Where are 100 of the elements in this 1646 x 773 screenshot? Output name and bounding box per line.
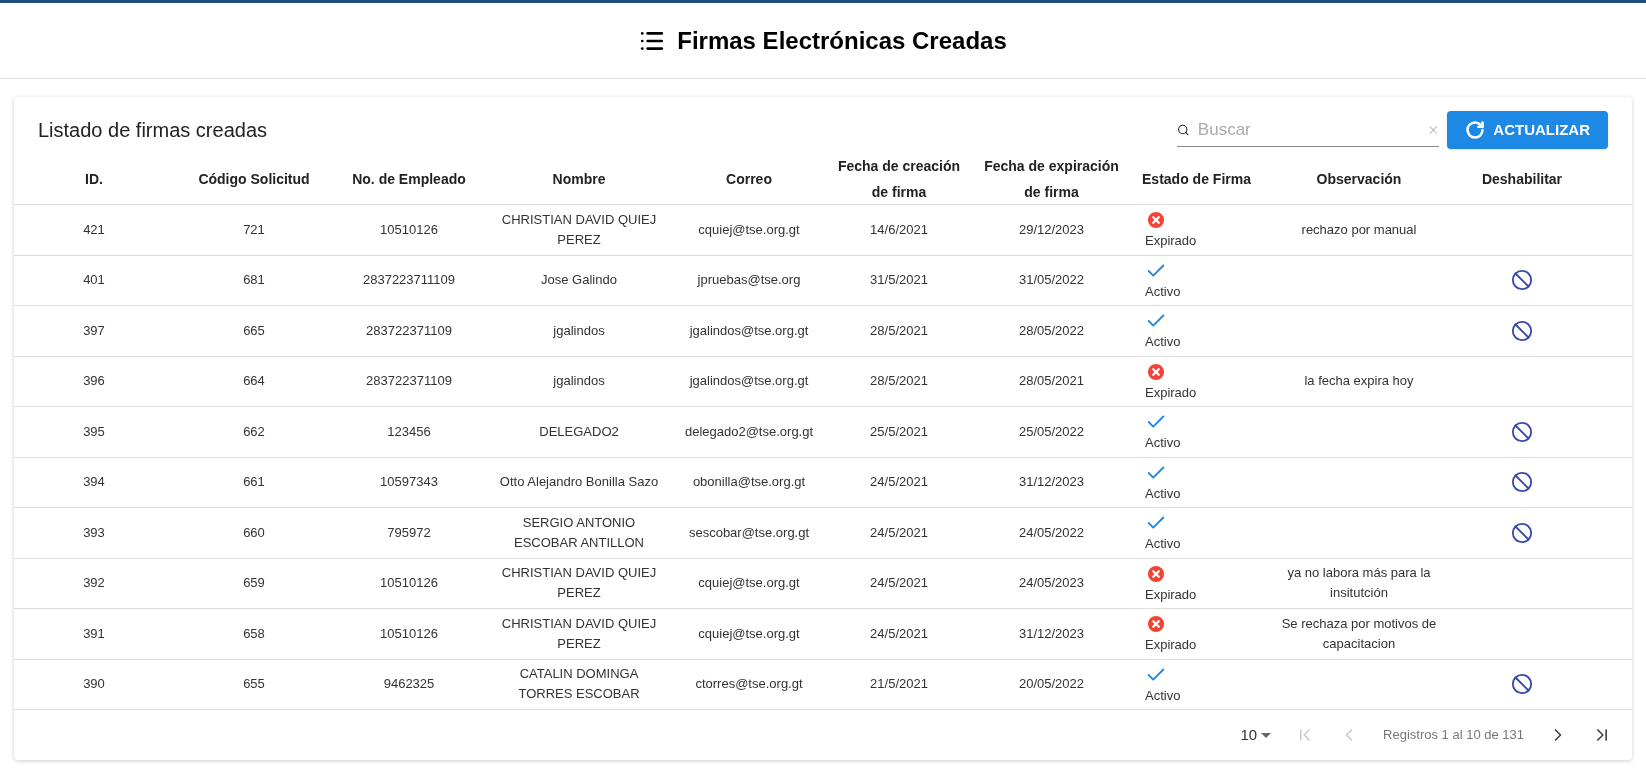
page-size-select[interactable]: 10: [1240, 723, 1272, 747]
page-title: Firmas Electrónicas Creadas: [677, 25, 1007, 56]
status-label: Activo: [1145, 686, 1181, 705]
email-cell-text: cquiej@tse.org.gt: [698, 220, 800, 239]
status-label: Activo: [1145, 484, 1181, 503]
name-cell-text: jgalindos: [553, 321, 605, 340]
employee-cell-text: 9462325: [383, 675, 435, 694]
id-cell-text: 393: [83, 523, 105, 542]
code-cell-text: 659: [243, 574, 265, 593]
code-cell-text: 665: [243, 321, 265, 340]
email-cell-text: jpruebas@tse.org: [697, 271, 801, 290]
date-cell-text: 28/5/2021: [870, 372, 928, 391]
status-label: Expirado: [1145, 232, 1197, 250]
prohibited-icon: [1511, 269, 1533, 292]
observation-cell-text: rechazo por manual: [1301, 220, 1417, 239]
column-header: Código Solicitud: [198, 170, 310, 189]
date-cell-text: 29/12/2023: [1018, 220, 1085, 239]
column-header: Fecha de expiración de firma: [983, 157, 1120, 202]
date-cell-text: 24/5/2021: [870, 523, 928, 542]
date-cell-text: 24/05/2023: [1018, 574, 1085, 593]
code-cell-text: 681: [243, 271, 265, 290]
prohibited-icon: [1511, 471, 1533, 494]
id-cell-text: 421: [83, 220, 105, 239]
disable-button[interactable]: [1511, 521, 1533, 544]
observation-cell-text: ya no labora más para la insitutción: [1286, 564, 1432, 603]
date-cell-text: 14/6/2021: [870, 220, 928, 239]
name-cell-text: jgalindos: [553, 372, 605, 391]
status-label: Activo: [1145, 535, 1181, 553]
date-cell-text: 31/12/2023: [1018, 624, 1085, 643]
employee-cell-text: 283722371109: [366, 321, 452, 340]
prohibited-icon: [1511, 521, 1533, 544]
pagination-summary: Registros 1 al 10 de 131: [1383, 726, 1524, 745]
name-cell-text: CATALIN DOMINGA TORRES ESCOBAR: [517, 665, 641, 704]
date-cell-text: 28/5/2021: [870, 321, 928, 340]
code-cell-text: 658: [243, 624, 265, 643]
column-header: Nombre: [552, 170, 606, 189]
code-cell-text: 664: [243, 372, 265, 391]
disable-button[interactable]: [1511, 319, 1533, 342]
dropdown-caret-icon: [1261, 732, 1272, 738]
column-header: Deshabilitar: [1481, 170, 1563, 189]
refresh-icon: [1465, 120, 1486, 140]
email-cell-text: ctorres@tse.org.gt: [695, 675, 803, 694]
email-cell-text: cquiej@tse.org.gt: [698, 574, 800, 593]
code-cell-text: 655: [243, 675, 265, 694]
date-cell-text: 28/05/2021: [1018, 372, 1085, 391]
employee-cell-text: 795972: [387, 523, 431, 542]
name-cell-text: SERGIO ANTONIO ESCOBAR ANTILLON: [512, 513, 645, 552]
date-cell-text: 25/05/2022: [1018, 422, 1085, 441]
column-header: Observación: [1316, 170, 1402, 189]
date-cell-text: 24/5/2021: [870, 624, 928, 643]
code-cell-text: 660: [243, 523, 265, 542]
date-cell-text: 24/5/2021: [870, 473, 928, 492]
date-cell-text: 21/5/2021: [870, 675, 928, 694]
name-cell-text: Jose Galindo: [541, 271, 617, 290]
email-cell-text: sescobar@tse.org.gt: [688, 523, 810, 542]
status-label: Expirado: [1145, 636, 1197, 654]
id-cell-text: 395: [83, 422, 105, 441]
id-cell-text: 396: [83, 372, 105, 391]
card-title: Listado de firmas creadas: [38, 118, 268, 143]
email-cell-text: obonilla@tse.org.gt: [692, 473, 806, 492]
id-cell-text: 392: [83, 574, 105, 593]
name-cell-text: Otto Alejandro Bonilla Sazo: [499, 473, 659, 492]
date-cell-text: 24/05/2022: [1018, 523, 1085, 542]
disable-button[interactable]: [1511, 269, 1533, 292]
id-cell-text: 397: [83, 321, 105, 340]
date-cell-text: 28/05/2022: [1018, 321, 1085, 340]
status-label: Activo: [1145, 333, 1181, 351]
disable-button[interactable]: [1511, 420, 1533, 443]
employee-cell-text: 10510126: [380, 624, 438, 643]
employee-cell-text: 2837223711109: [362, 271, 456, 290]
employee-cell-text: 283722371109: [366, 372, 452, 391]
disable-button[interactable]: [1511, 471, 1533, 494]
prohibited-icon: [1511, 420, 1533, 443]
disable-button[interactable]: [1511, 673, 1533, 696]
search-field[interactable]: Buscar: [1197, 116, 1419, 143]
id-cell-text: 394: [83, 473, 105, 492]
status-label: Activo: [1145, 434, 1181, 452]
column-header: Fecha de creación de firma: [836, 157, 962, 202]
status-label: Activo: [1145, 282, 1181, 301]
observation-cell-text: Se rechaza por motivos de capacitacion: [1280, 614, 1438, 653]
name-cell-text: DELEGADO2: [539, 422, 619, 441]
code-cell-text: 661: [243, 473, 265, 492]
observation-cell-text: la fecha expira hoy: [1304, 372, 1414, 391]
email-cell-text: delegado2@tse.org.gt: [684, 422, 814, 441]
date-cell-text: 24/5/2021: [870, 574, 928, 593]
name-cell-text: CHRISTIAN DAVID QUIEJ PEREZ: [500, 614, 658, 653]
name-cell-text: CHRISTIAN DAVID QUIEJ PEREZ: [500, 210, 658, 249]
employee-cell-text: 10510126: [380, 220, 438, 239]
date-cell-text: 25/5/2021: [870, 422, 928, 441]
id-cell-text: 391: [83, 624, 105, 643]
date-cell-text: 20/05/2022: [1018, 675, 1085, 694]
refresh-button[interactable]: ACTUALIZAR: [1447, 111, 1608, 149]
date-cell-text: 31/05/2022: [1018, 271, 1085, 290]
column-header: ID.: [85, 170, 103, 189]
id-cell-text: 390: [83, 675, 105, 694]
column-header: No. de Empleado: [352, 170, 466, 189]
email-cell-text: cquiej@tse.org.gt: [698, 624, 800, 643]
column-header: Correo: [726, 170, 772, 189]
code-cell-text: 721: [243, 220, 265, 239]
employee-cell-text: 123456: [387, 422, 431, 441]
